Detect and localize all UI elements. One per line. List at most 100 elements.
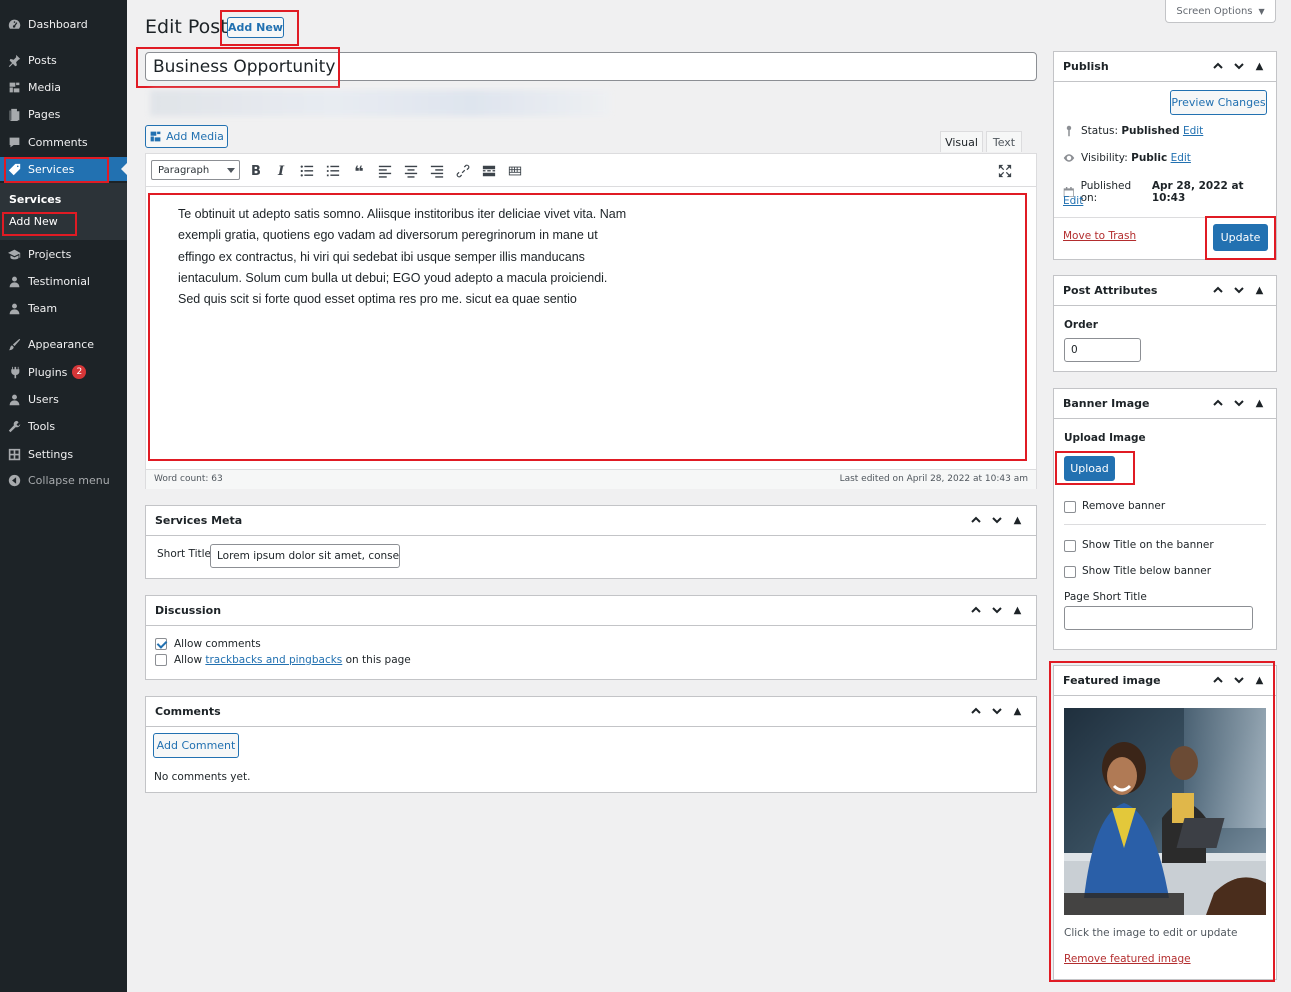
remove-banner-checkbox[interactable] bbox=[1064, 501, 1076, 513]
blockquote-icon[interactable]: ❝ bbox=[351, 162, 367, 181]
sidebar-item-settings[interactable]: Settings bbox=[0, 442, 127, 466]
sidebar-item-plugins[interactable]: Plugins 2 bbox=[0, 360, 127, 384]
chevron-down-icon[interactable] bbox=[986, 514, 1007, 526]
banner-divider bbox=[1064, 524, 1266, 525]
edit-status-link[interactable]: Edit bbox=[1183, 125, 1203, 137]
sidebar-item-dashboard[interactable]: Dashboard bbox=[0, 12, 127, 36]
remove-featured-image-link[interactable]: Remove featured image bbox=[1064, 953, 1191, 965]
chevron-up-icon[interactable] bbox=[1207, 397, 1228, 409]
add-new-button[interactable]: Add New bbox=[227, 17, 284, 38]
chevron-down-icon[interactable] bbox=[986, 705, 1007, 717]
chevron-up-icon[interactable] bbox=[965, 514, 986, 526]
toggle-panel-icon[interactable]: ▲ bbox=[1249, 284, 1270, 296]
toggle-panel-icon[interactable]: ▲ bbox=[1249, 60, 1270, 72]
sidebar-item-services[interactable]: Services bbox=[0, 157, 127, 181]
banner-image-heading[interactable]: Banner Image ▲ bbox=[1054, 389, 1276, 419]
fullscreen-icon[interactable] bbox=[997, 163, 1013, 179]
add-comment-button[interactable]: Add Comment bbox=[153, 733, 239, 758]
show-title-on-checkbox[interactable] bbox=[1064, 540, 1076, 552]
chevron-up-icon[interactable] bbox=[1207, 284, 1228, 296]
align-center-icon[interactable] bbox=[403, 163, 419, 179]
plugin-icon bbox=[7, 365, 21, 379]
tab-text[interactable]: Text bbox=[986, 131, 1022, 152]
sidebar-item-pages[interactable]: Pages bbox=[0, 102, 127, 126]
brush-icon bbox=[7, 337, 21, 351]
tab-visual[interactable]: Visual bbox=[940, 131, 983, 152]
sidebar-item-comments[interactable]: Comments bbox=[0, 130, 127, 154]
numbered-list-icon[interactable] bbox=[325, 163, 341, 179]
chevron-up-icon[interactable] bbox=[1207, 60, 1228, 72]
sidebar-item-label: Testimonial bbox=[28, 274, 90, 288]
sidebar-item-label: Settings bbox=[28, 447, 74, 461]
align-right-icon[interactable] bbox=[429, 163, 445, 179]
chevron-down-icon[interactable] bbox=[1228, 397, 1249, 409]
allow-pingbacks-checkbox[interactable] bbox=[155, 654, 167, 666]
editor-content[interactable]: Te obtinuit ut adepto satis somno. Aliis… bbox=[178, 204, 648, 310]
sidebar-item-media[interactable]: Media bbox=[0, 75, 127, 99]
eye-icon bbox=[1063, 154, 1075, 162]
post-title-input[interactable]: Business Opportunity bbox=[145, 52, 1037, 81]
chevron-down-icon[interactable] bbox=[986, 604, 1007, 616]
align-left-icon[interactable] bbox=[377, 163, 393, 179]
toggle-panel-icon[interactable]: ▲ bbox=[1007, 604, 1028, 616]
toggle-panel-icon[interactable]: ▲ bbox=[1007, 705, 1028, 717]
bold-icon[interactable]: B bbox=[248, 163, 264, 179]
order-input[interactable]: 0 bbox=[1064, 338, 1141, 362]
toggle-panel-icon[interactable]: ▲ bbox=[1007, 514, 1028, 526]
preview-changes-button[interactable]: Preview Changes bbox=[1170, 90, 1267, 115]
allow-comments-checkbox[interactable] bbox=[155, 638, 167, 650]
submenu-heading[interactable]: Services bbox=[9, 193, 61, 206]
featured-image-heading[interactable]: Featured image ▲ bbox=[1054, 666, 1276, 696]
chevron-up-icon[interactable] bbox=[965, 604, 986, 616]
update-button[interactable]: Update bbox=[1213, 224, 1268, 251]
sidebar-item-testimonial[interactable]: Testimonial bbox=[0, 269, 127, 293]
comments-heading[interactable]: Comments ▲ bbox=[146, 697, 1036, 727]
chevron-down-icon[interactable] bbox=[1228, 60, 1249, 72]
sidebar-item-tools[interactable]: Tools bbox=[0, 414, 127, 438]
chevron-up-icon[interactable] bbox=[1207, 674, 1228, 686]
toolbar-toggle-icon[interactable] bbox=[507, 163, 523, 179]
bullet-list-icon[interactable] bbox=[299, 163, 315, 179]
publish-heading[interactable]: Publish ▲ bbox=[1054, 52, 1276, 82]
sidebar-item-appearance[interactable]: Appearance bbox=[0, 332, 127, 356]
sidebar-item-users[interactable]: Users bbox=[0, 387, 127, 411]
post-attributes-heading[interactable]: Post Attributes ▲ bbox=[1054, 276, 1276, 306]
featured-image-thumbnail[interactable] bbox=[1064, 708, 1266, 915]
box-controls: ▲ bbox=[1207, 284, 1270, 296]
user-icon bbox=[7, 392, 21, 406]
short-title-input[interactable]: Lorem ipsum dolor sit amet, conse bbox=[210, 544, 400, 568]
discussion-heading[interactable]: Discussion ▲ bbox=[146, 596, 1036, 626]
current-menu-arrow bbox=[121, 163, 127, 175]
trackbacks-link[interactable]: trackbacks and pingbacks bbox=[205, 654, 342, 666]
show-title-below-checkbox[interactable] bbox=[1064, 566, 1076, 578]
users-icon bbox=[7, 301, 21, 315]
collapse-menu-button[interactable]: Collapse menu bbox=[0, 468, 127, 492]
services-meta-heading[interactable]: Services Meta ▲ bbox=[146, 506, 1036, 536]
chevron-down-icon[interactable] bbox=[1228, 674, 1249, 686]
read-more-icon[interactable] bbox=[481, 163, 497, 179]
italic-icon[interactable]: I bbox=[273, 163, 289, 179]
permalink-blurred bbox=[150, 90, 610, 116]
page-short-title-input[interactable] bbox=[1064, 606, 1253, 630]
format-select-value: Paragraph bbox=[158, 164, 210, 176]
toggle-panel-icon[interactable]: ▲ bbox=[1249, 674, 1270, 686]
screen-options-button[interactable]: Screen Options ▼ bbox=[1165, 0, 1276, 23]
show-title-below-label: Show Title below banner bbox=[1082, 565, 1212, 577]
upload-button[interactable]: Upload bbox=[1064, 456, 1115, 481]
sidebar-item-team[interactable]: Team bbox=[0, 296, 127, 320]
link-icon[interactable] bbox=[455, 163, 471, 179]
edit-visibility-link[interactable]: Edit bbox=[1171, 152, 1191, 164]
chevron-up-icon[interactable] bbox=[965, 705, 986, 717]
format-select[interactable]: Paragraph bbox=[151, 160, 240, 180]
box-title: Post Attributes bbox=[1063, 284, 1158, 297]
move-to-trash-link[interactable]: Move to Trash bbox=[1063, 230, 1136, 242]
caret-down-icon: ▼ bbox=[1258, 6, 1265, 16]
edit-date-link[interactable]: Edit bbox=[1063, 195, 1083, 207]
submenu-add-new[interactable]: Add New bbox=[9, 215, 58, 228]
box-controls: ▲ bbox=[965, 705, 1028, 717]
chevron-down-icon[interactable] bbox=[1228, 284, 1249, 296]
sidebar-item-projects[interactable]: Projects bbox=[0, 242, 127, 266]
toggle-panel-icon[interactable]: ▲ bbox=[1249, 397, 1270, 409]
sidebar-item-posts[interactable]: Posts bbox=[0, 48, 127, 72]
add-media-button[interactable]: Add Media bbox=[145, 125, 228, 148]
